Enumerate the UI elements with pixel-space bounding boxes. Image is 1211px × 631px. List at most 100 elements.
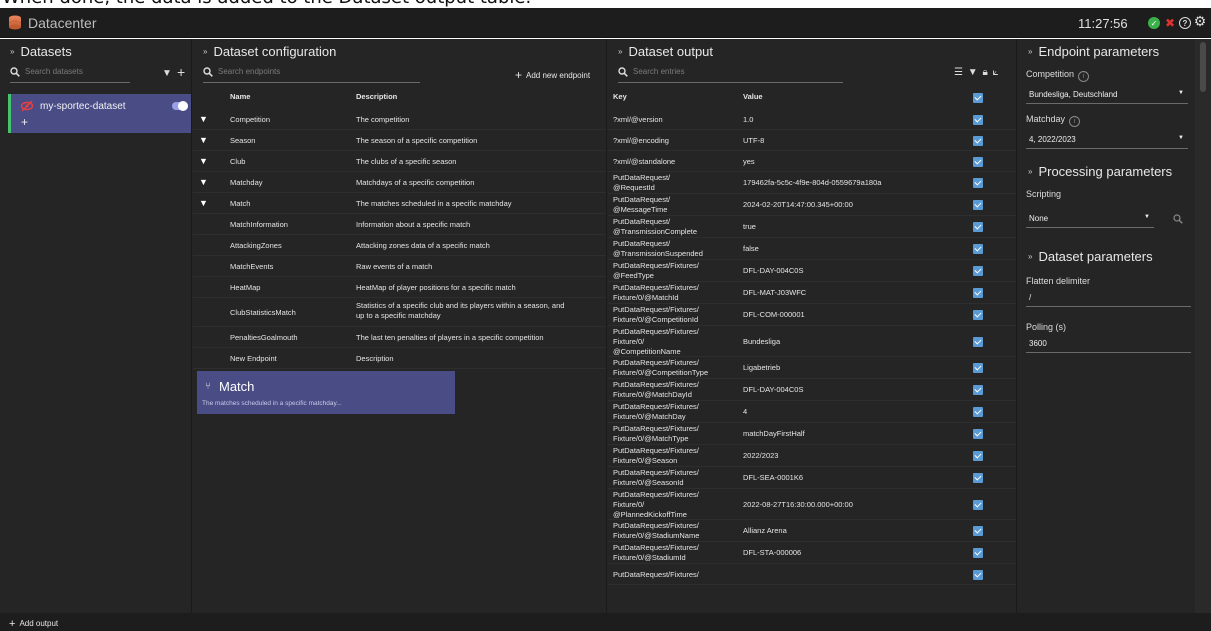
dataset-toggle[interactable] xyxy=(172,101,188,111)
filter-icon[interactable]: ▼ xyxy=(199,135,208,145)
chart-icon[interactable]: ⟀ xyxy=(993,67,999,78)
row-checkbox[interactable] xyxy=(973,156,983,167)
output-row[interactable]: PutDataRequest/ @TransmissionComplete tru… xyxy=(608,216,1016,238)
output-row[interactable]: PutDataRequest/Fixtures/ Fixture/0/@Matc… xyxy=(608,423,1016,445)
endpoint-row[interactable]: ▼ Season The season of a specific competit… xyxy=(193,130,606,151)
endpoint-row[interactable]: AttackingZones Attacking zones data of a … xyxy=(193,235,606,256)
flatten-delimiter-input[interactable]: / xyxy=(1026,290,1191,307)
add-dataset-icon[interactable]: + xyxy=(177,64,185,80)
row-checkbox[interactable] xyxy=(973,548,983,558)
output-row[interactable]: PutDataRequest/ @MessageTime 2024-02-20T1… xyxy=(608,194,1016,216)
output-row[interactable]: PutDataRequest/Fixtures/ Fixture/0/@Comp… xyxy=(608,357,1016,379)
output-row[interactable]: PutDataRequest/Fixtures/ Fixture/0/@Matc… xyxy=(608,282,1016,304)
endpoint-row[interactable]: MatchInformation Information about a spec… xyxy=(193,214,606,235)
row-checkbox[interactable] xyxy=(973,200,983,210)
output-row[interactable]: PutDataRequest/Fixtures/ Fixture/0/@Stad… xyxy=(608,542,1016,564)
row-checkbox[interactable] xyxy=(973,244,983,254)
lock-icon[interactable]: 🔒︎ xyxy=(982,67,987,78)
output-row[interactable]: PutDataRequest/Fixtures/ Fixture/0/@Matc… xyxy=(608,379,1016,401)
output-row[interactable]: PutDataRequest/Fixtures/ Fixture/0/@Matc… xyxy=(608,401,1016,423)
row-checkbox[interactable] xyxy=(973,135,983,146)
search-icon xyxy=(203,67,213,77)
scrollbar[interactable] xyxy=(1195,39,1211,613)
output-row[interactable]: PutDataRequest/ @RequestId 179462fa-5c5c-… xyxy=(608,172,1016,194)
alert-user-icon[interactable]: ✖ xyxy=(1164,16,1176,30)
row-checkbox[interactable] xyxy=(973,429,983,439)
output-row[interactable]: PutDataRequest/Fixtures/ Fixture/0/@Seas… xyxy=(608,445,1016,467)
filter-icon[interactable]: ▼ xyxy=(162,68,172,79)
endpoint-row[interactable]: ▼ Club The clubs of a specific season xyxy=(193,151,606,172)
row-checkbox[interactable] xyxy=(973,114,983,125)
output-row[interactable]: ?xml/@encoding UTF-8 xyxy=(608,130,1016,151)
endpoint-row[interactable]: ClubStatisticsMatch Statistics of a speci… xyxy=(193,298,606,327)
row-checkbox[interactable] xyxy=(973,310,983,320)
output-row[interactable]: ?xml/@standalone yes xyxy=(608,151,1016,172)
processing-params-header[interactable]: » Processing parameters xyxy=(1028,164,1172,179)
output-row[interactable]: PutDataRequest/ @TransmissionSuspended fa… xyxy=(608,238,1016,260)
output-row[interactable]: PutDataRequest/Fixtures/ Fixture/0/@Seas… xyxy=(608,467,1016,489)
chevron-down-icon: » xyxy=(1028,252,1033,261)
output-row[interactable]: PutDataRequest/Fixtures/ Fixture/0/@Comp… xyxy=(608,304,1016,326)
eye-off-icon[interactable] xyxy=(20,99,34,113)
output-row[interactable]: PutDataRequest/Fixtures/ Fixture/0/@Stad… xyxy=(608,520,1016,542)
dataset-params-header[interactable]: » Dataset parameters xyxy=(1028,249,1153,264)
row-checkbox[interactable] xyxy=(973,336,983,347)
output-row[interactable]: PutDataRequest/Fixtures/ Fixture/0/ @Com… xyxy=(608,326,1016,357)
search-icon[interactable] xyxy=(1173,214,1183,224)
output-row[interactable]: PutDataRequest/Fixtures/ @FeedType DFL-DA… xyxy=(608,260,1016,282)
filter-icon[interactable]: ▼ xyxy=(199,114,208,124)
output-row[interactable]: PutDataRequest/Fixtures/ xyxy=(608,564,1016,585)
info-icon[interactable]: i xyxy=(1078,71,1090,82)
filter-icon[interactable]: ▼ xyxy=(968,67,978,78)
row-checkbox[interactable] xyxy=(973,526,983,536)
config-header[interactable]: » Dataset configuration xyxy=(203,44,336,59)
entries-search-input[interactable] xyxy=(633,67,842,76)
endpoint-row[interactable]: ▼ Match The matches scheduled in a specifi… xyxy=(193,193,606,214)
row-checkbox[interactable] xyxy=(973,499,983,510)
endpoint-row[interactable]: HeatMap HeatMap of player positions for a… xyxy=(193,277,606,298)
output-row[interactable]: ?xml/@version 1.0 xyxy=(608,109,1016,130)
dataset-item[interactable]: my-sportec-dataset + xyxy=(8,94,191,133)
info-icon[interactable]: i xyxy=(1069,116,1081,127)
flatten-delimiter-value: / xyxy=(1029,293,1032,302)
row-checkbox[interactable] xyxy=(973,266,983,276)
competition-select[interactable]: Bundesliga, Deutschland ▼ xyxy=(1026,87,1188,104)
row-checkbox[interactable] xyxy=(973,385,983,395)
add-icon[interactable]: + xyxy=(21,115,28,129)
gear-icon[interactable]: ⚙ xyxy=(1194,13,1207,29)
datasets-header[interactable]: » Datasets xyxy=(10,44,72,59)
row-checkbox[interactable] xyxy=(973,363,983,373)
add-output-button[interactable]: + Add output xyxy=(9,618,58,630)
scripting-select[interactable]: None ▼ xyxy=(1026,211,1154,228)
row-checkbox[interactable] xyxy=(973,178,983,188)
endpoint-row[interactable]: ▼ Matchday Matchdays of a specific competi… xyxy=(193,172,606,193)
row-checkbox[interactable] xyxy=(973,222,983,232)
scrollbar-thumb[interactable] xyxy=(1200,42,1206,92)
select-all-checkbox[interactable] xyxy=(973,93,983,103)
datasets-search-input[interactable] xyxy=(25,67,129,76)
endpoint-row[interactable]: New Endpoint Description xyxy=(193,348,606,369)
row-checkbox[interactable] xyxy=(973,288,983,298)
row-checkbox[interactable] xyxy=(973,407,983,417)
row-checkbox[interactable] xyxy=(973,569,983,580)
polling-input[interactable]: 3600 xyxy=(1026,336,1191,353)
filter-icon[interactable]: ▼ xyxy=(199,198,208,208)
endpoint-row[interactable]: ▼ Competition The competition xyxy=(193,109,606,130)
selected-endpoint-card[interactable]: ⑂ Match The matches scheduled in a speci… xyxy=(197,371,455,414)
list-icon[interactable]: ☰ xyxy=(954,67,963,78)
filter-icon[interactable]: ▼ xyxy=(199,177,208,187)
matchday-select[interactable]: 4, 2022/2023 ▼ xyxy=(1026,132,1188,149)
row-checkbox[interactable] xyxy=(973,451,983,461)
output-row[interactable]: PutDataRequest/Fixtures/ Fixture/0/ @Pla… xyxy=(608,489,1016,520)
filter-icon[interactable]: ▼ xyxy=(199,156,208,166)
endpoint-name: Club xyxy=(230,156,246,166)
endpoint-row[interactable]: PenaltiesGoalmouth The last ten penalties… xyxy=(193,327,606,348)
add-new-endpoint-button[interactable]: + Add new endpoint xyxy=(515,68,590,82)
endpoint-params-header[interactable]: » Endpoint parameters xyxy=(1028,44,1159,59)
row-checkbox[interactable] xyxy=(973,473,983,483)
endpoint-row[interactable]: MatchEvents Raw events of a match xyxy=(193,256,606,277)
output-header[interactable]: » Dataset output xyxy=(618,44,713,59)
check-circle-icon[interactable]: ✓ xyxy=(1148,17,1160,29)
help-icon[interactable]: ? xyxy=(1179,17,1191,29)
endpoints-search-input[interactable] xyxy=(218,67,419,76)
